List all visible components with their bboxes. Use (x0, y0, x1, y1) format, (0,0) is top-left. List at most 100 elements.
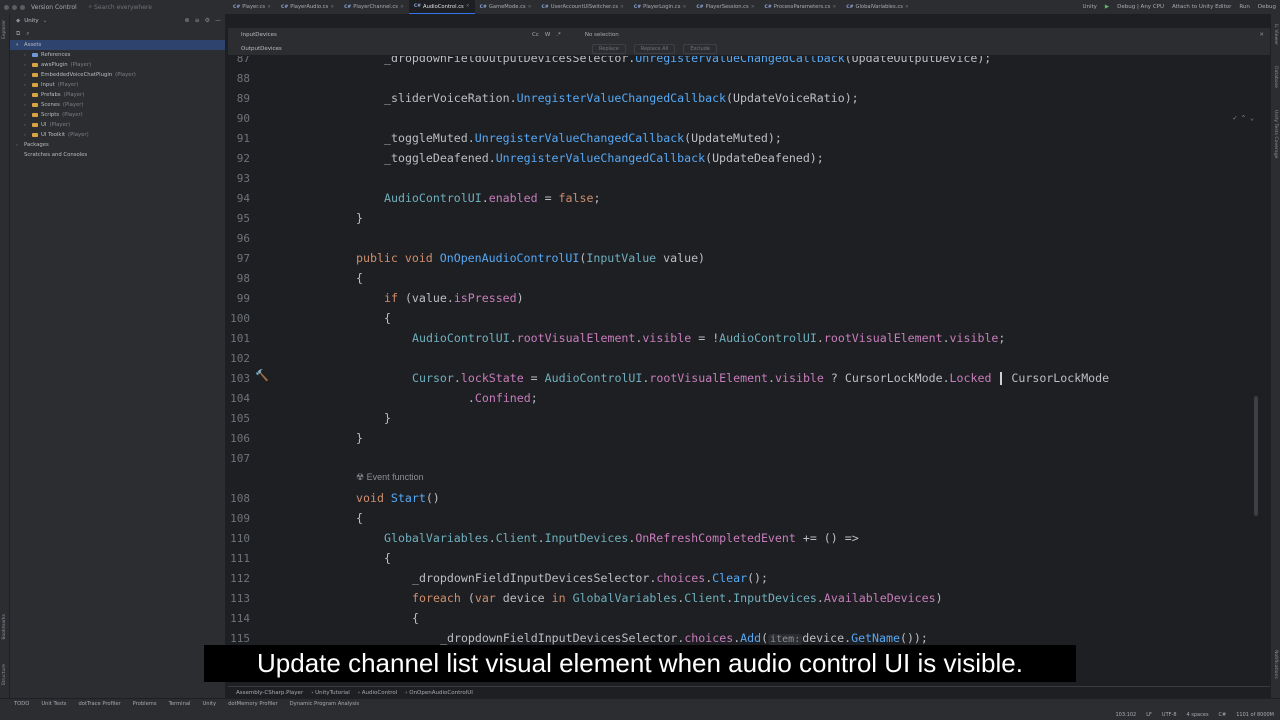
line-number[interactable]: 96 (228, 232, 250, 245)
structure-tool[interactable]: Structure (2, 664, 7, 685)
code-line[interactable]: 113 foreach (var device in GlobalVariable… (228, 588, 1270, 608)
bottom-tool-button[interactable]: Terminal (169, 701, 191, 707)
expand-arrow-icon[interactable]: › (24, 53, 29, 58)
expand-arrow-icon[interactable]: › (24, 73, 29, 78)
line-number[interactable]: 91 (228, 132, 250, 145)
code-line[interactable]: 87 _dropdownFieldOutputDevicesSelector.Un… (228, 56, 1270, 68)
tab-file[interactable]: C# PlayerAudio.cs ✕ (276, 0, 339, 14)
search-field[interactable]: InputDevices (228, 32, 528, 38)
status-item[interactable]: C# (1219, 712, 1227, 718)
line-number[interactable]: 100 (228, 312, 250, 325)
status-item[interactable]: 4 spaces (1187, 712, 1209, 718)
il-viewer-tool[interactable]: IL Viewer (1273, 24, 1278, 45)
code-line[interactable]: 109 { (228, 508, 1270, 528)
bookmarks-tool[interactable]: Bookmarks (2, 614, 7, 640)
version-control-menu[interactable]: Version Control (31, 4, 77, 11)
debug-button[interactable]: Debug (1258, 4, 1276, 10)
code-line[interactable]: 94 AudioControlUI.enabled = false; (228, 188, 1270, 208)
line-number[interactable]: 95 (228, 212, 250, 225)
code-lens[interactable]: ☢ Event function (356, 472, 424, 483)
unity-indicator[interactable]: Unity (1082, 4, 1096, 10)
replace-field[interactable]: OutputDevices (228, 46, 528, 52)
replace-all-button[interactable]: Replace All (633, 44, 676, 54)
chevron-down-icon[interactable]: ⌄ (43, 18, 48, 24)
search-everywhere[interactable]: ⌕ Search everywhere (89, 3, 152, 11)
expand-arrow-icon[interactable]: › (24, 83, 29, 88)
code-line[interactable]: 92 _toggleDeafened.UnregisterValueChanged… (228, 148, 1270, 168)
breadcrumb-item[interactable]: Assembly-CSharp.Player (236, 690, 303, 696)
bottom-tool-button[interactable]: Unit Tests (41, 701, 66, 707)
bottom-tool-button[interactable]: dotTrace Profiler (78, 701, 120, 707)
target-icon[interactable]: ⊗ (185, 17, 190, 24)
line-number[interactable]: 104 (228, 392, 250, 405)
line-number[interactable]: 108 (228, 492, 250, 505)
code-line[interactable]: 91 _toggleMuted.UnregisterValueChangedCal… (228, 128, 1270, 148)
tree-item[interactable]: › awsPlugin (Player) (10, 60, 225, 70)
code-line[interactable]: 101 AudioControlUI.rootVisualElement.visi… (228, 328, 1270, 348)
line-number[interactable]: 99 (228, 292, 250, 305)
close-tab-icon[interactable]: ✕ (528, 5, 532, 10)
code-line[interactable]: 112 _dropdownFieldInputDevicesSelector.ch… (228, 568, 1270, 588)
tree-item[interactable]: › EmbeddedVoiceChatPlugin (Player) (10, 70, 225, 80)
tree-item[interactable]: › Packages (10, 140, 225, 150)
tab-file[interactable]: C# PlayerSession.cs ✕ (691, 0, 759, 14)
close-tab-icon[interactable]: ✕ (682, 5, 686, 10)
code-editor[interactable]: ✓ ⌃ ⌄ 🔨 87 _dropdownFieldOutputDevicesSel… (228, 56, 1270, 684)
tree-item[interactable]: ▾ Assets (10, 40, 225, 50)
code-line[interactable]: 93 (228, 168, 1270, 188)
line-number[interactable]: 103 (228, 372, 250, 385)
tree-item[interactable]: › References (10, 50, 225, 60)
regex-toggle[interactable]: .* (556, 32, 561, 38)
line-number[interactable]: 109 (228, 512, 250, 525)
code-line[interactable]: 110 GlobalVariables.Client.InputDevices.O… (228, 528, 1270, 548)
code-line[interactable]: 98 { (228, 268, 1270, 288)
tree-item[interactable]: › UI Toolkit (Player) (10, 130, 225, 140)
line-number[interactable]: 113 (228, 592, 250, 605)
code-line[interactable]: 106} (228, 428, 1270, 448)
line-number[interactable]: 88 (228, 72, 250, 85)
code-line[interactable]: 96 (228, 228, 1270, 248)
code-line[interactable]: 90 (228, 108, 1270, 128)
close-tab-icon[interactable]: ✕ (620, 5, 624, 10)
line-number[interactable]: 87 (228, 56, 250, 65)
exclude-button[interactable]: Exclude (683, 44, 717, 54)
attach-selector[interactable]: Attach to Unity Editor (1172, 4, 1231, 10)
code-line[interactable]: 114 { (228, 608, 1270, 628)
expand-arrow-icon[interactable]: › (24, 113, 29, 118)
expand-arrow-icon[interactable]: › (24, 123, 29, 128)
play-icon[interactable]: ▶ (1105, 4, 1109, 10)
status-item[interactable]: 103:102 (1115, 712, 1136, 718)
close-tab-icon[interactable]: ✕ (905, 5, 909, 10)
code-line[interactable]: 111 { (228, 548, 1270, 568)
bottom-tool-button[interactable]: Dynamic Program Analysis (290, 701, 359, 707)
close-tab-icon[interactable]: ✕ (751, 5, 755, 10)
run-button[interactable]: Run (1239, 4, 1250, 10)
tab-file[interactable]: C# UserAccountUISwitcher.cs ✕ (536, 0, 628, 14)
line-number[interactable]: 105 (228, 412, 250, 425)
project-title[interactable]: Unity (24, 18, 38, 24)
code-line[interactable]: 99 if (value.isPressed) (228, 288, 1270, 308)
code-line[interactable]: 95} (228, 208, 1270, 228)
tab-file[interactable]: C# GameMode.cs ✕ (475, 0, 537, 14)
line-number[interactable]: 106 (228, 432, 250, 445)
line-number[interactable]: 101 (228, 332, 250, 345)
config-selector[interactable]: Debug | Any CPU (1117, 4, 1164, 10)
tree-item[interactable]: › Scripts (Player) (10, 110, 225, 120)
status-item[interactable]: UTF-8 (1162, 712, 1177, 718)
line-number[interactable]: 93 (228, 172, 250, 185)
line-number[interactable]: 107 (228, 452, 250, 465)
line-number[interactable]: 97 (228, 252, 250, 265)
bottom-tool-button[interactable]: Unity (202, 701, 216, 707)
bottom-tool-button[interactable]: dotMemory Profiler (228, 701, 278, 707)
tree-item[interactable]: Scratches and Consoles (10, 150, 225, 160)
close-tab-icon[interactable]: ✕ (400, 5, 404, 10)
line-number[interactable]: 112 (228, 572, 250, 585)
minimize-icon[interactable]: — (215, 17, 221, 24)
tab-file[interactable]: C# Player.cs ✕ (228, 0, 276, 14)
replace-button[interactable]: Replace (592, 44, 626, 54)
tree-item[interactable]: › UI (Player) (10, 120, 225, 130)
close-tab-icon[interactable]: ✕ (267, 5, 271, 10)
line-number[interactable]: 110 (228, 532, 250, 545)
line-number[interactable]: 115 (228, 632, 250, 645)
breadcrumb-item[interactable]: › AudioControl (358, 690, 397, 696)
